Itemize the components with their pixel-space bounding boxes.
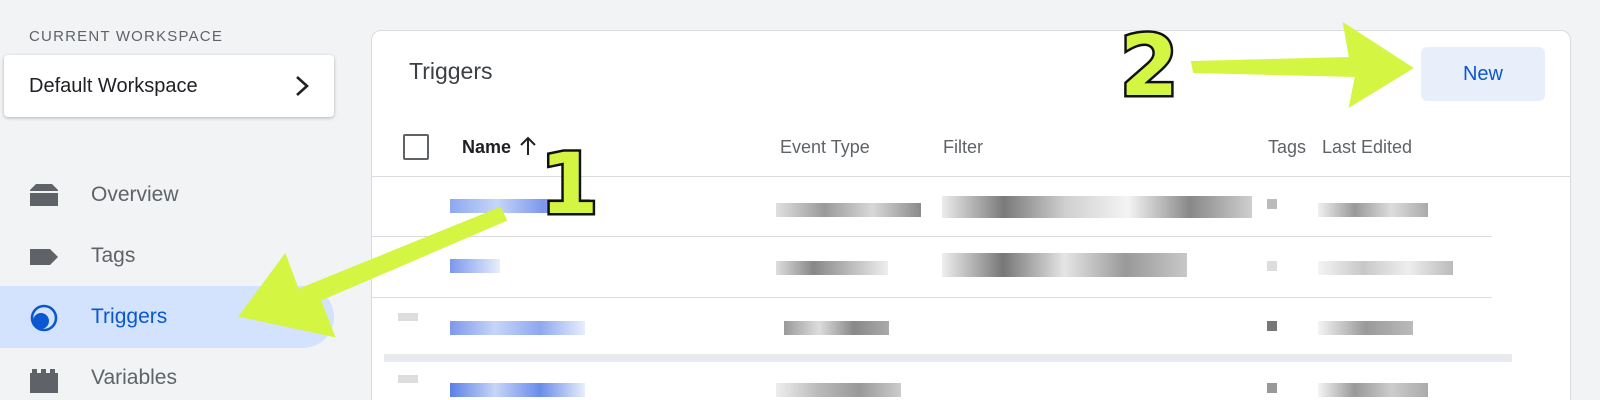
blurred-tag-count — [1267, 261, 1277, 271]
blurred-last-edited — [1318, 261, 1453, 275]
folder-icon — [30, 184, 58, 206]
sidebar-item-label: Variables — [91, 366, 177, 389]
column-header-tags[interactable]: Tags — [1268, 137, 1306, 158]
blurred-last-edited — [1318, 383, 1428, 397]
workspace-selector[interactable]: Default Workspace — [4, 55, 334, 117]
blurred-tag-count — [1267, 321, 1277, 331]
blurred-trigger-name[interactable] — [450, 383, 585, 397]
sidebar-item-label: Overview — [91, 183, 179, 206]
sidebar-item-label: Triggers — [91, 305, 168, 328]
blurred-filter — [942, 253, 1187, 277]
row-divider — [384, 354, 1512, 362]
column-header-last-edited[interactable]: Last Edited — [1322, 137, 1412, 158]
new-trigger-button[interactable]: New — [1421, 47, 1545, 101]
sidebar-item-triggers[interactable]: Triggers — [0, 286, 334, 348]
blurred-tag-count — [1267, 199, 1277, 209]
blurred-cell — [398, 375, 418, 383]
annotation-step-1: 1 — [537, 135, 600, 233]
workspace-label: CURRENT WORKSPACE — [29, 28, 224, 45]
workspace-name: Default Workspace — [29, 74, 198, 97]
sidebar-item-label: Tags — [91, 244, 136, 267]
blurred-trigger-name[interactable] — [450, 259, 500, 273]
sidebar-item-tags[interactable]: Tags — [0, 225, 334, 287]
blurred-filter — [942, 196, 1252, 218]
blurred-event-type — [776, 261, 888, 275]
blurred-last-edited — [1318, 203, 1428, 217]
sidebar-item-variables[interactable]: Variables — [0, 347, 334, 400]
variables-icon — [30, 369, 58, 393]
row-divider — [372, 236, 1492, 237]
row-divider — [372, 297, 1492, 298]
blurred-last-edited — [1318, 321, 1413, 335]
search-icon[interactable] — [1357, 60, 1381, 84]
blurred-event-type — [776, 383, 901, 397]
trigger-icon — [30, 304, 58, 332]
blurred-tag-count — [1267, 383, 1277, 393]
annotation-step-2: 2 — [1117, 17, 1180, 115]
arrow-up-icon[interactable] — [519, 135, 537, 157]
blurred-event-type — [784, 321, 889, 335]
column-header-event-type[interactable]: Event Type — [780, 137, 870, 158]
chevron-right-icon — [296, 76, 309, 96]
tag-icon — [30, 249, 58, 265]
sidebar-item-overview[interactable]: Overview — [0, 164, 334, 226]
select-all-checkbox[interactable] — [403, 134, 429, 160]
page-title: Triggers — [409, 58, 493, 84]
column-header-filter[interactable]: Filter — [943, 137, 983, 158]
column-header-name[interactable]: Name — [462, 137, 511, 158]
blurred-event-type — [776, 203, 921, 217]
blurred-trigger-name[interactable] — [450, 321, 585, 335]
blurred-cell — [398, 313, 418, 321]
